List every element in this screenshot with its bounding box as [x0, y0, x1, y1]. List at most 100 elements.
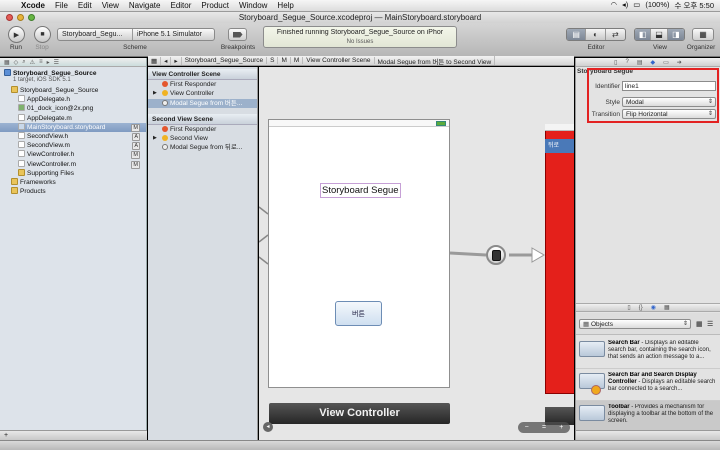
jump-item-storyboard[interactable]: M — [291, 57, 304, 64]
menu-editor[interactable]: Editor — [165, 1, 196, 10]
wifi-icon[interactable]: ◠ — [610, 0, 617, 11]
scene-header-second-view[interactable]: Second View Scene — [148, 113, 257, 125]
assistant-editor-icon[interactable]: ◐ — [586, 29, 606, 40]
jump-item-file[interactable]: M — [278, 57, 291, 64]
volume-icon[interactable]: ◂) — [622, 0, 628, 11]
log-nav-icon[interactable]: ☰ — [54, 59, 59, 66]
outline-item-modal-segue[interactable]: Modal Segue from 버튼... — [148, 98, 257, 108]
standard-editor-icon[interactable]: ▤ — [567, 29, 587, 40]
symbol-nav-icon[interactable]: ◇ — [14, 59, 19, 66]
attributes-inspector-icon[interactable]: ◆ — [651, 59, 656, 66]
menu-edit[interactable]: Edit — [73, 1, 97, 10]
menu-xcode[interactable]: Xcode — [16, 1, 50, 10]
style-popup[interactable]: Modal ⇕ — [622, 97, 716, 107]
canvas-button[interactable]: 버튼 — [335, 301, 382, 326]
scheme-target[interactable]: Storyboard_Segu... — [58, 29, 133, 40]
breakpoint-nav-icon[interactable]: ▸ — [47, 59, 50, 66]
outline-item-modal-segue-2[interactable]: Modal Segue from 뒤로... — [148, 143, 257, 152]
navigator-item[interactable]: AppDelegate.h — [0, 95, 146, 104]
scene-header-view-controller[interactable]: View Controller Scene — [148, 69, 257, 80]
navigator-item[interactable]: AppDelegate.m — [0, 113, 146, 123]
jump-item-project[interactable]: Storyboard_Segue_Source — [182, 57, 268, 64]
project-nav-icon[interactable]: ▦ — [4, 59, 10, 66]
navigator-item[interactable]: ViewController.m M — [0, 159, 146, 169]
file-template-icon[interactable]: ▯ — [627, 304, 630, 311]
zoom-window-icon[interactable] — [28, 14, 35, 21]
file-inspector-icon[interactable]: ▯ — [614, 59, 617, 66]
outline-item-first-responder-2[interactable]: First Responder — [148, 125, 257, 134]
connections-inspector-icon[interactable]: ➜ — [677, 59, 682, 66]
library-item-toolbar[interactable]: Toolbar - Provides a mechanism for displ… — [576, 401, 720, 433]
navigator-item[interactable]: ViewController.h M — [0, 150, 146, 160]
media-library-icon[interactable]: ▦ — [664, 304, 670, 311]
library-filter-popup[interactable]: ▦ Objects ⇕ — [579, 319, 691, 329]
storyboard-canvas[interactable]: Storyboard Segue 버튼 View Controller 뒤로 ◂ — [259, 67, 574, 440]
menu-file[interactable]: File — [50, 1, 73, 10]
navigator-item[interactable]: Storyboard_Segue_Source — [0, 86, 146, 95]
navigator-item[interactable]: Storyboard_Segue_Source 1 target, iOS SDK… — [0, 69, 146, 86]
scheme-device[interactable]: iPhone 5.1 Simulator — [133, 29, 202, 40]
library-item-search-display-controller[interactable]: Search Bar and Search Display Controller… — [576, 369, 720, 401]
zoom-fit-icon[interactable]: = — [542, 424, 546, 431]
menu-navigate[interactable]: Navigate — [124, 1, 166, 10]
disclosure-triangle-icon[interactable]: ▶ — [153, 134, 157, 143]
disclosure-triangle-icon[interactable]: ▶ — [153, 89, 157, 98]
stop-button[interactable]: ■ — [34, 26, 51, 43]
view-controller-scene[interactable]: Storyboard Segue 버튼 — [268, 119, 450, 388]
menu-view[interactable]: View — [97, 1, 124, 10]
close-window-icon[interactable] — [6, 14, 13, 21]
menu-clock[interactable]: 수 오후 5:50 — [675, 0, 714, 11]
identifier-field[interactable]: line1 — [622, 81, 716, 91]
identity-inspector-icon[interactable]: ▤ — [637, 59, 643, 66]
navigator-toggle-icon[interactable]: ◧ — [635, 29, 652, 40]
navigator-item[interactable]: Supporting Files — [0, 168, 146, 178]
second-view-scene[interactable] — [545, 124, 574, 394]
issue-nav-icon[interactable]: ⚠ — [30, 59, 35, 66]
navigator-item[interactable]: SecondView.h A — [0, 131, 146, 141]
outline-toggle-icon[interactable]: ◂ — [263, 422, 273, 432]
add-file-icon[interactable]: + — [4, 432, 8, 439]
debug-nav-icon[interactable]: ≡ — [39, 59, 43, 65]
size-inspector-icon[interactable]: ▭ — [663, 59, 669, 66]
jump-item-scene[interactable]: View Controller Scene — [303, 57, 375, 64]
utilities-toggle-icon[interactable]: ◨ — [667, 29, 684, 40]
storyboard-label[interactable]: Storyboard Segue — [320, 183, 401, 198]
object-library-icon[interactable]: ◉ — [651, 304, 656, 311]
navigator-item[interactable]: MainStoryboard.storyboard M — [0, 122, 146, 132]
outline-item-second-view[interactable]: ▶ Second View — [148, 134, 257, 143]
editor-mode-control[interactable]: ▤ ◐ ⇄ — [566, 28, 626, 41]
transition-popup[interactable]: Flip Horizontal ⇕ — [622, 109, 716, 119]
outline-item-view-controller[interactable]: ▶ View Controller — [148, 89, 257, 98]
version-editor-icon[interactable]: ⇄ — [606, 29, 625, 40]
navigator-item[interactable]: 01_dock_icon@2x.png — [0, 104, 146, 113]
zoom-in-icon[interactable]: + — [559, 424, 563, 431]
outline-item-first-responder[interactable]: First Responder — [148, 80, 257, 89]
menu-product[interactable]: Product — [196, 1, 234, 10]
library-item-search-bar[interactable]: Search Bar - Displays an editable search… — [576, 337, 720, 369]
scene-dock-title[interactable]: View Controller — [269, 403, 450, 424]
related-items-icon[interactable]: ▦ — [148, 56, 162, 65]
grid-view-icon[interactable]: ▦ — [696, 320, 703, 328]
breakpoints-button[interactable] — [228, 28, 247, 41]
modal-segue-icon[interactable] — [486, 245, 506, 265]
back-button[interactable]: 뒤로 — [545, 139, 574, 153]
navigator-item[interactable]: Frameworks — [0, 177, 146, 187]
navigator-item[interactable]: Products — [0, 187, 146, 196]
list-view-icon[interactable]: ☰ — [707, 320, 713, 328]
organizer-button[interactable]: ▦ — [692, 28, 714, 41]
battery-icon[interactable]: ▭ — [633, 0, 640, 11]
minimize-window-icon[interactable] — [17, 14, 24, 21]
view-control[interactable]: ◧ ⬓ ◨ — [634, 28, 685, 41]
forward-icon[interactable]: ▸ — [171, 56, 182, 65]
debug-toggle-icon[interactable]: ⬓ — [651, 29, 668, 40]
code-snippet-icon[interactable]: {} — [639, 305, 643, 311]
run-button[interactable]: ▶ — [8, 26, 25, 43]
zoom-out-icon[interactable]: − — [525, 424, 529, 431]
navigator-item[interactable]: SecondView.m A — [0, 141, 146, 151]
menu-window[interactable]: Window — [234, 1, 272, 10]
jump-item-folder[interactable]: S — [267, 57, 279, 64]
back-icon[interactable]: ◂ — [161, 56, 172, 65]
jump-item-segue[interactable]: Modal Segue from 버튼 to Second View — [375, 56, 496, 65]
search-nav-icon[interactable]: ⌕ — [22, 59, 25, 66]
quick-help-icon[interactable]: ? — [625, 59, 628, 65]
